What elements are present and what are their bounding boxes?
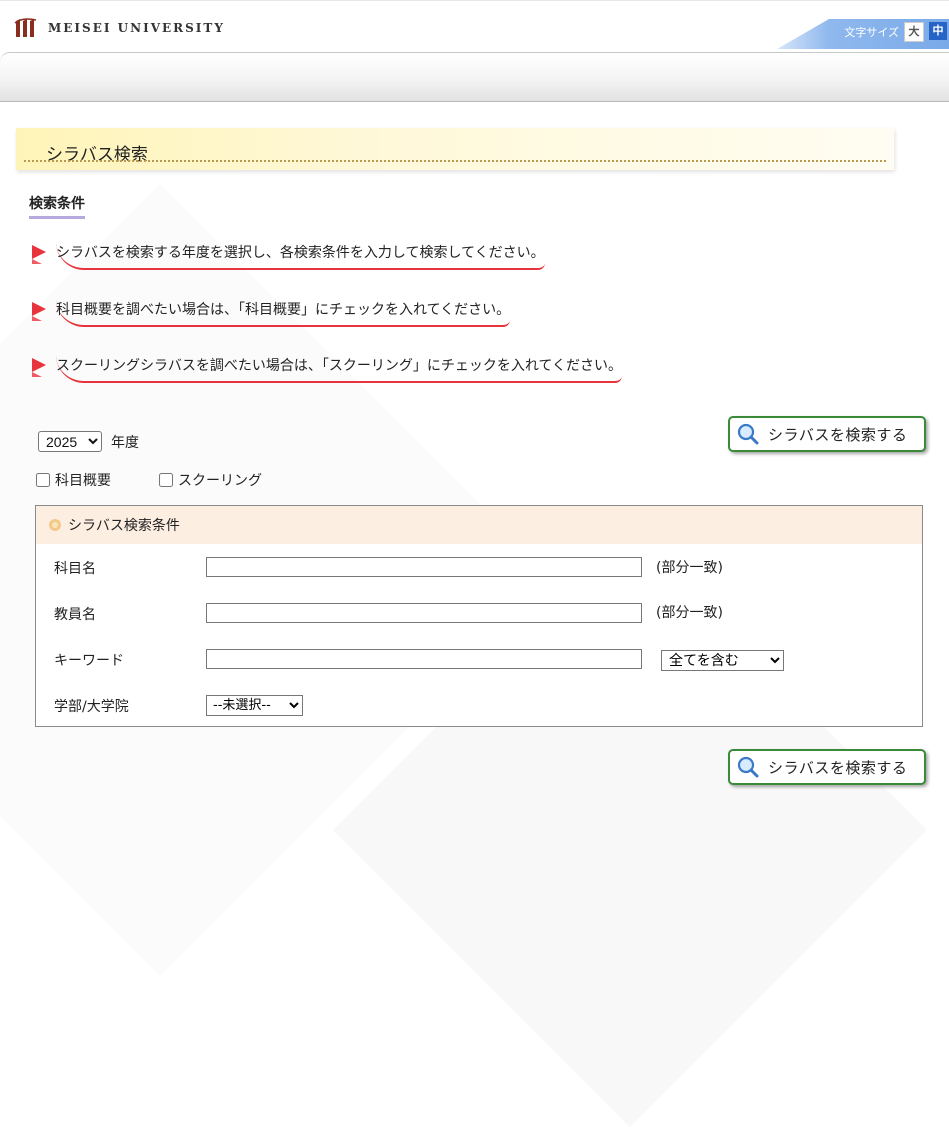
conditions-header: シラバス検索条件	[36, 506, 922, 544]
overview-checkbox[interactable]: 科目概要	[36, 470, 111, 490]
red-flag-icon	[32, 245, 46, 264]
schooling-checkbox-input[interactable]	[159, 473, 173, 487]
overview-checkbox-label: 科目概要	[55, 473, 111, 489]
instruction-text: スクーリングシラバスを調べたい場合は、「スクーリング」にチェックを入れてください…	[56, 355, 623, 383]
subject-input[interactable]	[206, 557, 642, 577]
year-select[interactable]: 2025	[38, 431, 102, 452]
keyword-mode-select[interactable]: 全てを含む	[661, 650, 784, 671]
schooling-checkbox[interactable]: スクーリング	[159, 470, 262, 490]
bulb-icon	[49, 519, 61, 531]
red-flag-icon	[32, 358, 46, 377]
teacher-label: 教員名	[54, 607, 96, 623]
magnifier-icon	[737, 756, 759, 778]
department-label: 学部/大学院	[54, 699, 129, 715]
red-flag-icon	[32, 302, 46, 321]
year-label: 年度	[111, 435, 139, 451]
section-heading: 検索条件	[29, 193, 85, 219]
page-title-banner: シラバス検索	[16, 128, 894, 170]
instruction-text: シラバスを検索する年度を選択し、各検索条件を入力して検索してください。	[56, 242, 545, 270]
search-button-label: シラバスを検索する	[768, 425, 908, 444]
search-syllabus-button-bottom[interactable]: シラバスを検索する	[728, 749, 926, 785]
department-select[interactable]: --未選択--	[206, 695, 303, 716]
teacher-input[interactable]	[206, 603, 642, 623]
page-title: シラバス検索	[46, 145, 148, 165]
keyword-label: キーワード	[54, 653, 124, 669]
search-syllabus-button[interactable]: シラバスを検索する	[728, 416, 926, 452]
navigation-bar	[0, 52, 949, 102]
search-conditions-panel: シラバス検索条件 科目名 (部分一致) 教員名 (部分一致) キーワード 全てを…	[35, 505, 923, 727]
subject-label: 科目名	[54, 561, 96, 577]
instruction-note: シラバスを検索する年度を選択し、各検索条件を入力して検索してください。	[28, 242, 545, 270]
subject-match-note: (部分一致)	[656, 560, 723, 576]
schooling-checkbox-label: スクーリング	[178, 473, 262, 489]
magnifier-icon	[737, 423, 759, 445]
university-logo[interactable]: MEISEI UNIVERSITY	[14, 17, 225, 39]
font-size-label: 文字サイズ	[844, 26, 899, 39]
keyword-input[interactable]	[206, 649, 642, 669]
meisei-logo-icon	[14, 18, 37, 37]
conditions-title: シラバス検索条件	[68, 518, 180, 534]
instruction-note: スクーリングシラバスを調べたい場合は、「スクーリング」にチェックを入れてください…	[28, 355, 623, 383]
logo-text: MEISEI UNIVERSITY	[48, 21, 225, 35]
instruction-text: 科目概要を調べたい場合は、「科目概要」にチェックを入れてください。	[56, 299, 511, 327]
instruction-note: 科目概要を調べたい場合は、「科目概要」にチェックを入れてください。	[28, 299, 511, 327]
font-size-medium-button[interactable]: 中	[929, 22, 947, 40]
site-header: MEISEI UNIVERSITY 文字サイズ 大 中	[0, 0, 949, 49]
search-button-label: シラバスを検索する	[768, 758, 908, 777]
teacher-match-note: (部分一致)	[656, 605, 723, 621]
font-size-large-button[interactable]: 大	[904, 22, 924, 42]
overview-checkbox-input[interactable]	[36, 473, 50, 487]
